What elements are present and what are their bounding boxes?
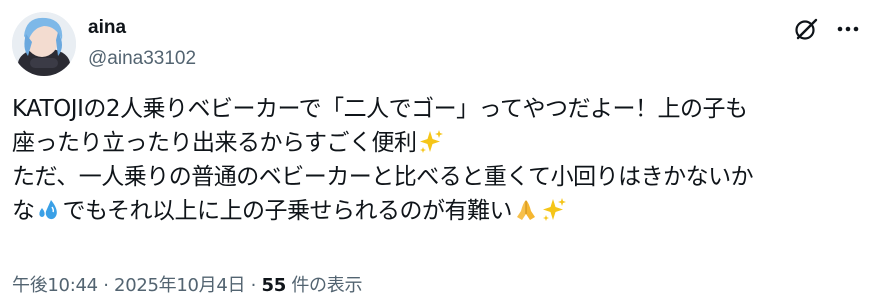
avatar[interactable]: [12, 12, 76, 76]
display-name[interactable]: aina: [88, 16, 196, 40]
avatar-image: [12, 12, 76, 76]
grok-button[interactable]: [789, 12, 823, 46]
author-names: aina @aina33102: [88, 16, 196, 72]
tweet-line-2: 座ったり立ったり出来るからすごく便利: [12, 126, 865, 160]
tweet-line-4-prefix: な: [12, 198, 35, 224]
sparkles-icon: [543, 198, 567, 221]
grok-icon: [795, 18, 818, 40]
tweet-line-4: な でもそれ以上に上の子乗せられるのが有難い: [12, 194, 865, 228]
sparkles-icon: [419, 130, 443, 153]
meta-separator: ·: [103, 275, 109, 296]
tweet-text: KATOJIの2人乗りベビーカーで「二人でゴー」ってやつだよー！上の子も 座った…: [12, 92, 865, 228]
user-handle[interactable]: @aina33102: [88, 46, 196, 72]
tweet-time[interactable]: 午後10:44: [12, 275, 98, 296]
tweet-line-1: KATOJIの2人乗りベビーカーで「二人でゴー」ってやつだよー！上の子も: [12, 96, 748, 122]
folded-hands-icon: [517, 200, 536, 220]
more-button[interactable]: [831, 12, 865, 46]
view-label: 件の表示: [291, 275, 363, 296]
tweet-date[interactable]: 2025年10月4日: [114, 275, 245, 296]
tweet-line-3: ただ、一人乗りの普通のベビーカーと比べると重くて小回りはきかないか: [12, 164, 754, 190]
tweet-actions: [789, 12, 865, 46]
sweat-droplets-icon: [38, 200, 57, 220]
tweet-meta: 午後10:44 · 2025年10月4日 · 55 件の表示: [12, 274, 362, 298]
meta-separator: ·: [250, 275, 257, 296]
view-count: 55: [261, 275, 286, 296]
tweet-line-2-text: 座ったり立ったり出来るからすごく便利: [12, 130, 417, 156]
tweet-header: aina @aina33102: [12, 12, 865, 76]
tweet-line-4-text: でもそれ以上に上の子乗せられるのが有難い: [62, 198, 513, 224]
more-icon: [837, 26, 859, 32]
